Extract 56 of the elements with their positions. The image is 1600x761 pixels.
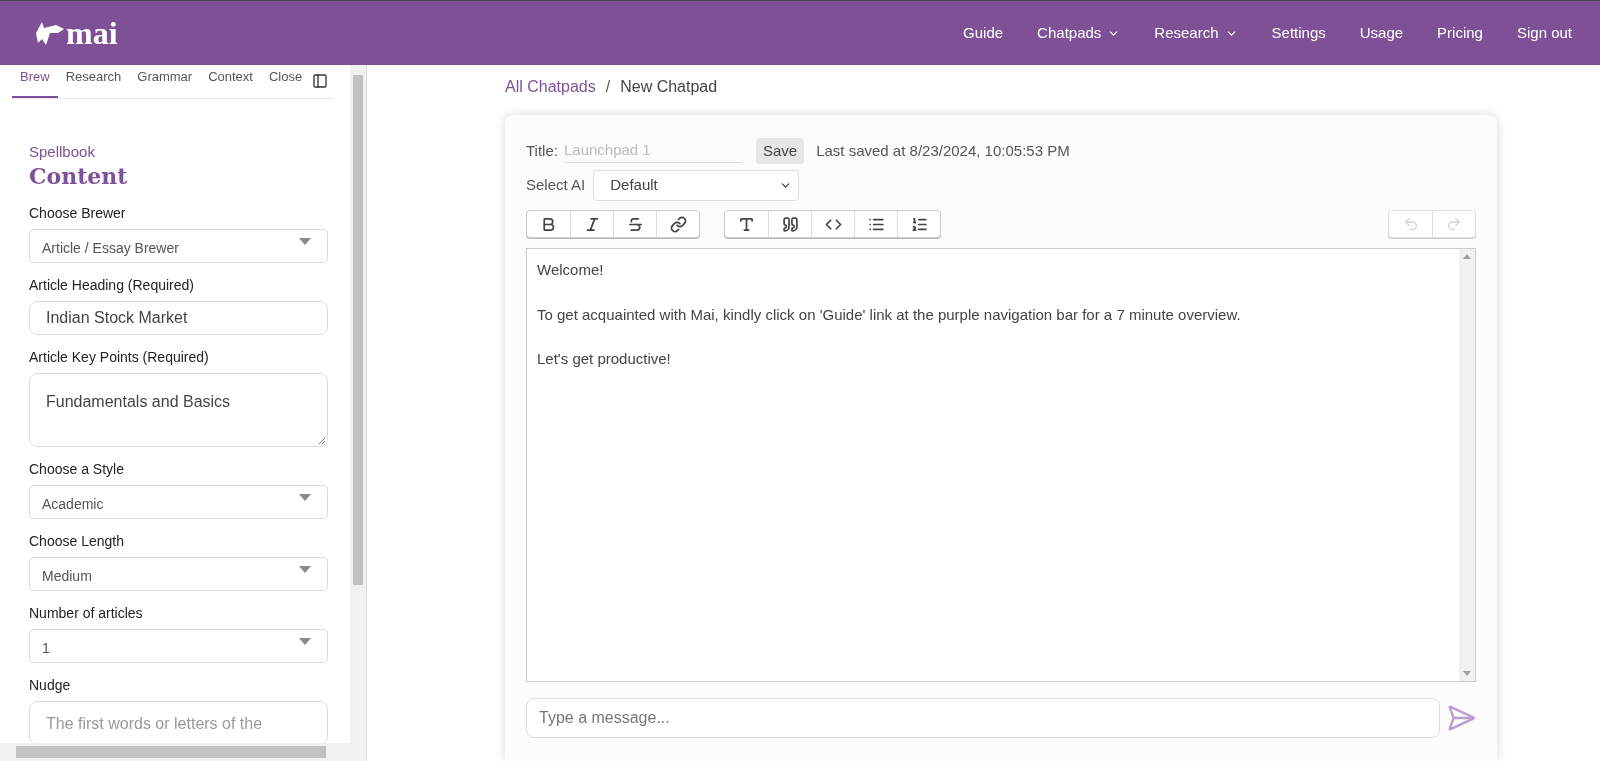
field-label: Choose Length bbox=[29, 531, 125, 551]
sidebar-toggle-icon[interactable] bbox=[312, 72, 329, 89]
nav-link[interactable]: Pricing bbox=[1437, 21, 1483, 45]
strikethrough-icon bbox=[626, 215, 644, 233]
input-field[interactable]: Indian Stock Market bbox=[29, 300, 328, 335]
sidebar-tab[interactable]: Context bbox=[200, 67, 261, 98]
dropdown-triangle-icon bbox=[299, 565, 311, 573]
breadcrumb-separator: / bbox=[605, 77, 611, 97]
sidebar-tab[interactable]: Grammar bbox=[129, 67, 201, 98]
nav-link[interactable]: Usage bbox=[1359, 21, 1404, 45]
field-label: Choose a Style bbox=[29, 459, 125, 479]
select-field[interactable]: Medium bbox=[29, 556, 328, 591]
nav-link[interactable]: Research bbox=[1154, 21, 1238, 45]
nav-link[interactable]: Sign out bbox=[1516, 21, 1572, 45]
text-size-icon bbox=[738, 215, 755, 233]
message-field[interactable]: Type a message... bbox=[526, 698, 1440, 738]
sidebar-tab[interactable]: Close bbox=[260, 67, 311, 98]
title-field[interactable]: Launchpad 1 bbox=[563, 139, 742, 163]
ai-select[interactable]: Default bbox=[593, 169, 800, 201]
sidebar-tab[interactable]: Brew bbox=[12, 67, 58, 98]
title-label: Title: bbox=[526, 140, 558, 161]
field-label: Choose Brewer bbox=[29, 203, 127, 223]
last-saved-text: Last saved at 8/23/2024, 10:05:53 PM bbox=[816, 140, 1070, 161]
select-ai-label: Select AI bbox=[526, 174, 586, 195]
dropdown-triangle-icon bbox=[299, 493, 311, 501]
quote-icon bbox=[781, 215, 799, 233]
breadcrumb-link[interactable]: All Chatpads bbox=[505, 75, 596, 99]
select-field[interactable]: Article / Essay Brewer bbox=[29, 228, 328, 263]
section-heading: Content bbox=[29, 163, 129, 191]
dropdown-triangle-icon bbox=[299, 237, 311, 245]
nav-link[interactable]: Guide bbox=[963, 21, 1004, 45]
text-area[interactable]: Fundamentals and Basics bbox=[29, 372, 328, 447]
editor-paragraph: Welcome! bbox=[537, 260, 605, 280]
editor-area[interactable]: Welcome! To get acquainted with Mai, kindly click on 'Guide' link at the purple navigation bar for a 7 minute overview. Let's get productive! bbox=[526, 248, 1476, 682]
select-field[interactable]: 1 bbox=[29, 628, 328, 663]
field-label: Nudge bbox=[29, 675, 72, 695]
resize-handle-icon[interactable] bbox=[318, 436, 325, 444]
editor-paragraph: Let's get productive! bbox=[537, 349, 672, 369]
dropdown-triangle-icon bbox=[299, 637, 311, 645]
field-label: Article Heading (Required) bbox=[29, 275, 195, 295]
sidebar-tab[interactable]: Research bbox=[57, 67, 130, 98]
link-icon bbox=[669, 215, 687, 233]
editor-paragraph: To get acquainted with Mai, kindly click on 'Guide' link at the purple navigation bar for a 7 minute overview. bbox=[537, 304, 1242, 325]
section-eyebrow: Spellbook bbox=[29, 141, 96, 162]
save-button[interactable]: Save bbox=[755, 137, 805, 165]
undo-icon bbox=[1402, 216, 1419, 232]
logo-wordmark[interactable]: mai bbox=[66, 17, 118, 49]
numbered-list-icon bbox=[910, 215, 928, 233]
breadcrumb-current[interactable]: New Chatpad bbox=[620, 75, 718, 99]
nav-link[interactable]: Chatpads bbox=[1037, 21, 1121, 45]
redo-icon bbox=[1446, 216, 1462, 232]
field-label: Article Key Points (Required) bbox=[29, 347, 210, 367]
nav-link[interactable]: Settings bbox=[1271, 21, 1326, 45]
bold-icon bbox=[540, 215, 557, 233]
select-field[interactable]: Academic bbox=[29, 484, 328, 519]
field-label: Number of articles bbox=[29, 603, 144, 623]
